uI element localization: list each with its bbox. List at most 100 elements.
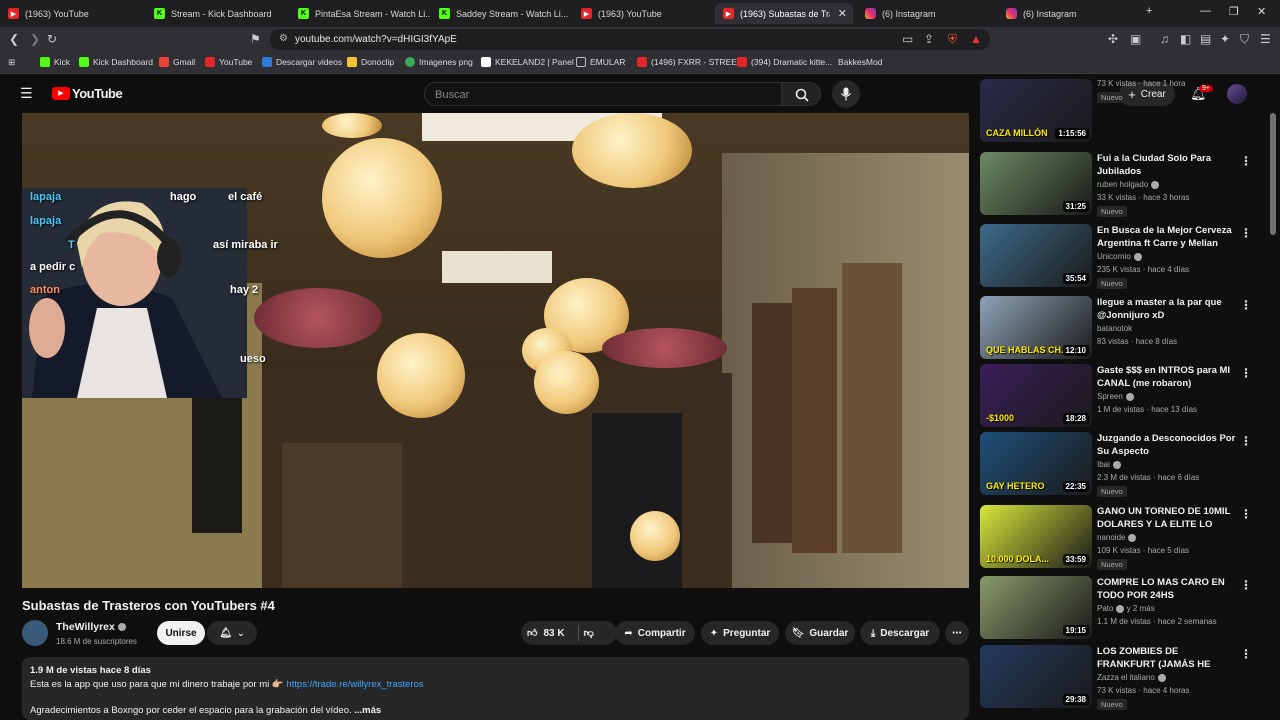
tab[interactable]: (6) Instagram bbox=[857, 3, 997, 24]
apps-icon[interactable]: ⊞ bbox=[8, 57, 15, 68]
video-thumbnail[interactable]: QUE HABLAS CH... 12:10 bbox=[980, 296, 1092, 359]
reload-icon[interactable]: ↻ bbox=[47, 32, 57, 46]
share-icon[interactable]: ⇪ bbox=[924, 32, 934, 46]
video-thumbnail[interactable]: CAZA MILLÓN 1:15:56 bbox=[980, 79, 1092, 142]
brave-shield-icon[interactable]: ⛨ bbox=[948, 32, 957, 47]
sidebar-scrollbar[interactable] bbox=[1270, 113, 1276, 235]
download-button[interactable]: ⤓ Descargar bbox=[860, 621, 940, 645]
recommended-channel-name[interactable]: batanotok bbox=[1097, 324, 1132, 333]
tab[interactable]: K Stream - Kick Dashboard bbox=[146, 3, 296, 24]
recommended-channel-name[interactable]: Spreen bbox=[1097, 392, 1134, 401]
more-options-icon[interactable]: ⋮ bbox=[1240, 434, 1252, 448]
sidebar-icon[interactable]: ◧ bbox=[1180, 32, 1191, 46]
recommended-video[interactable]: -$1000 18:28 Gaste $$$ en INTROS para MI C… bbox=[980, 364, 1270, 430]
recommended-channel-name[interactable]: Ibai bbox=[1097, 460, 1121, 469]
video-thumbnail[interactable]: -$1000 18:28 bbox=[980, 364, 1092, 427]
forward-icon[interactable]: ❯ bbox=[30, 32, 40, 46]
bookmark-item[interactable]: BakkesMod bbox=[838, 57, 882, 67]
recommended-video[interactable]: GAY HETERO 22:35 Juzgando a Desconocidos P… bbox=[980, 432, 1270, 498]
recommended-channel-name[interactable]: nanoide bbox=[1097, 533, 1137, 542]
video-thumbnail[interactable]: GAY HETERO 22:35 bbox=[980, 432, 1092, 495]
ask-button[interactable]: ✦ Preguntar bbox=[701, 621, 779, 645]
video-thumbnail[interactable]: 29:38 bbox=[980, 645, 1092, 708]
more-options-icon[interactable]: ⋮ bbox=[1240, 647, 1252, 661]
video-thumbnail[interactable]: 19:15 bbox=[980, 576, 1092, 639]
more-options-icon[interactable]: ⋮ bbox=[1240, 226, 1252, 240]
extensions-icon[interactable]: ✣ bbox=[1108, 32, 1118, 46]
search-input[interactable]: Buscar bbox=[424, 82, 782, 106]
share-button[interactable]: ➦ Compartir bbox=[615, 621, 695, 645]
new-tab-icon[interactable]: + bbox=[1146, 5, 1152, 17]
video-thumbnail[interactable]: 31:25 bbox=[980, 152, 1092, 215]
bookmark-item[interactable]: Imagenes png bbox=[405, 57, 473, 67]
more-actions-button[interactable]: ⋯ bbox=[945, 621, 969, 645]
hamburger-menu-icon[interactable]: ☰ bbox=[20, 85, 33, 102]
recommended-video-title[interactable]: Gaste $$$ en INTROS para MI CANAL (me ro… bbox=[1097, 364, 1237, 390]
recommended-video-title[interactable]: Fui a la Ciudad Solo Para Jubilados bbox=[1097, 152, 1237, 178]
tab[interactable]: ▶ (1963) YouTube bbox=[573, 3, 713, 24]
dislike-button[interactable]: 👎︎ bbox=[584, 627, 594, 639]
maximize-icon[interactable]: ❐ bbox=[1229, 5, 1239, 18]
recommended-video-title[interactable]: GANO UN TORNEO DE 10MIL DOLARES Y LA ELI… bbox=[1097, 505, 1237, 532]
video-thumbnail[interactable]: 35:54 bbox=[980, 224, 1092, 287]
ai-icon[interactable]: ✦ bbox=[1220, 32, 1230, 46]
more-options-icon[interactable]: ⋮ bbox=[1240, 366, 1252, 380]
bookmark-folder[interactable]: EMULAR bbox=[576, 57, 625, 67]
cast-icon[interactable]: ▭ bbox=[902, 32, 913, 46]
recommended-video-title[interactable]: En Busca de la Mejor Cerveza Argentina f… bbox=[1097, 224, 1237, 250]
search-button[interactable] bbox=[781, 82, 821, 106]
tab[interactable]: K Saddey Stream - Watch Li... bbox=[431, 3, 571, 24]
recommended-channel-name[interactable]: Pato y 2 más bbox=[1097, 604, 1155, 613]
subscribed-notification-button[interactable]: 🔔︎ ⌄ bbox=[207, 621, 257, 645]
recommended-video-title[interactable]: Juzgando a Desconocidos Por Su Aspecto bbox=[1097, 432, 1237, 458]
recommended-video[interactable]: 19:15 COMPRE LO MAS CARO EN TODO POR 24HS… bbox=[980, 576, 1270, 642]
more-options-icon[interactable]: ⋮ bbox=[1240, 507, 1252, 521]
close-window-icon[interactable]: ✕ bbox=[1257, 5, 1266, 18]
tab-active[interactable]: ▶ (1963) Subastas de Traste... ✕ bbox=[715, 3, 853, 24]
channel-name[interactable]: TheWillyrex bbox=[56, 621, 126, 633]
address-bar[interactable]: ⚙ youtube.com/watch?v=dHIGI3fYApE bbox=[270, 29, 990, 50]
recommended-video-title[interactable]: llegue a master a la par que @Jonnijuro … bbox=[1097, 296, 1237, 322]
youtube-logo[interactable]: ▶ YouTube bbox=[52, 86, 123, 101]
rewards-icon[interactable]: ▲ bbox=[970, 32, 982, 46]
minimize-icon[interactable]: — bbox=[1200, 5, 1211, 17]
site-info-icon[interactable]: ⚙ bbox=[279, 33, 288, 44]
save-button[interactable]: 🔖︎ Guardar bbox=[785, 621, 855, 645]
voice-search-button[interactable] bbox=[832, 80, 860, 108]
video-thumbnail[interactable]: 10.000 DOLA... 33:59 bbox=[980, 505, 1092, 568]
join-button[interactable]: Unirse bbox=[157, 621, 205, 645]
tab[interactable]: K PintaEsa Stream - Watch Li... bbox=[290, 3, 430, 24]
description-box[interactable]: 1.9 M de vistas hace 8 días Esta es la a… bbox=[22, 657, 969, 720]
recommended-video-title[interactable]: COMPRE LO MAS CARO EN TODO POR 24HS bbox=[1097, 576, 1237, 602]
bookmark-item[interactable]: Donoclip bbox=[347, 57, 394, 67]
recommended-channel-name[interactable]: ruben holgado bbox=[1097, 180, 1160, 189]
bookmark-item[interactable]: Kick Dashboard bbox=[79, 57, 153, 67]
more-options-icon[interactable]: ⋮ bbox=[1240, 154, 1252, 168]
bookmark-item[interactable]: Gmail bbox=[159, 57, 195, 67]
bookmark-item[interactable]: Kick bbox=[40, 57, 70, 67]
menu-icon[interactable]: ☰ bbox=[1260, 32, 1271, 46]
bookmark-item[interactable]: Descargar videos bbox=[262, 57, 342, 67]
more-options-icon[interactable]: ⋮ bbox=[1240, 298, 1252, 312]
close-tab-icon[interactable]: ✕ bbox=[838, 7, 847, 20]
recommended-video[interactable]: 31:25 Fui a la Ciudad Solo Para Jubilados… bbox=[980, 152, 1270, 218]
back-icon[interactable]: ❮ bbox=[9, 32, 19, 46]
recommended-video[interactable]: 10.000 DOLA... 33:59 GANO UN TORNEO DE 10M… bbox=[980, 505, 1270, 571]
channel-avatar[interactable] bbox=[22, 620, 48, 646]
bookmark-icon[interactable]: ⚑ bbox=[250, 32, 261, 46]
recommended-video[interactable]: CAZA MILLÓN 1:15:56 73 K vistas · hace 1 h… bbox=[980, 79, 1270, 145]
recommended-video-title[interactable]: LOS ZOMBIES DE FRANKFURT (JAMÁS HE VISTO… bbox=[1097, 645, 1237, 672]
screenshot-icon[interactable]: ▣ bbox=[1130, 32, 1141, 46]
more-options-icon[interactable]: ⋮ bbox=[1240, 578, 1252, 592]
recommended-video[interactable]: QUE HABLAS CH... 12:10 llegue a master a l… bbox=[980, 296, 1270, 362]
media-icon[interactable]: ♫ bbox=[1160, 32, 1169, 46]
bookmark-item[interactable]: (1496) FXRR - STREE... bbox=[637, 57, 744, 67]
like-button[interactable]: 👍︎ 83 K bbox=[527, 627, 565, 640]
description-link[interactable]: https://trade.re/willyrex_trasteros bbox=[286, 679, 423, 690]
bookmark-item[interactable]: KEKELAND2 | Panel bbox=[481, 57, 574, 67]
recommended-video[interactable]: 29:38 LOS ZOMBIES DE FRANKFURT (JAMÁS HE … bbox=[980, 645, 1270, 711]
recommended-channel-name[interactable]: Zazza el italiano bbox=[1097, 673, 1166, 682]
recommended-video[interactable]: 35:54 En Busca de la Mejor Cerveza Argent… bbox=[980, 224, 1270, 290]
vpn-icon[interactable]: ⛉ bbox=[1240, 32, 1249, 47]
wallet-icon[interactable]: ▤ bbox=[1200, 32, 1211, 46]
